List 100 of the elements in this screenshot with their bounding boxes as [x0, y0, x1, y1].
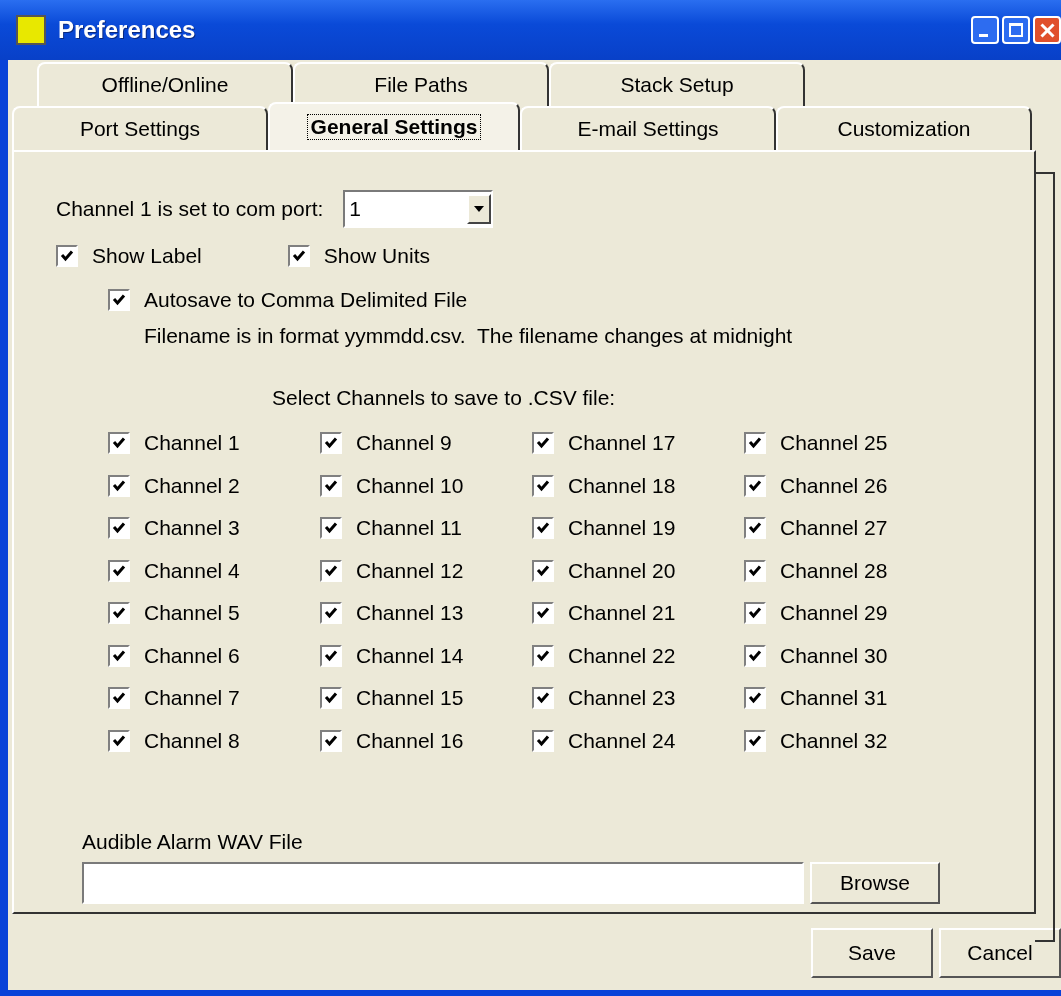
checkbox[interactable] [320, 602, 342, 625]
channel-checkbox[interactable]: Channel 26 [744, 473, 956, 498]
check-icon [112, 521, 126, 536]
checkbox[interactable] [744, 432, 766, 455]
checkbox[interactable] [744, 474, 766, 497]
channel-checkbox[interactable]: Channel 14 [320, 643, 532, 668]
tab[interactable]: Port Settings [12, 106, 268, 150]
check-icon [536, 436, 550, 451]
checkbox[interactable] [532, 687, 554, 710]
checkbox[interactable] [320, 474, 342, 497]
checkbox[interactable] [320, 559, 342, 582]
checkbox[interactable] [532, 474, 554, 497]
option-checkbox[interactable]: Show Label [56, 244, 202, 268]
channel-checkbox[interactable]: Channel 8 [108, 728, 320, 753]
checkbox[interactable] [108, 644, 130, 667]
channel-checkbox[interactable]: Channel 27 [744, 516, 956, 541]
checkbox[interactable] [108, 559, 130, 582]
checkbox[interactable] [532, 729, 554, 752]
channel-checkbox[interactable]: Channel 15 [320, 686, 532, 711]
dialog-button[interactable]: Cancel [939, 928, 1061, 978]
check-icon [112, 648, 126, 663]
channel-checkbox[interactable]: Channel 5 [108, 601, 320, 626]
checkbox[interactable] [320, 432, 342, 455]
channel-checkbox[interactable]: Channel 19 [532, 516, 744, 541]
checkbox[interactable] [108, 602, 130, 625]
channel-checkbox[interactable]: Channel 29 [744, 601, 956, 626]
tab[interactable]: Offline/Online [37, 62, 293, 106]
channel-checkbox[interactable]: Channel 25 [744, 431, 956, 456]
checkbox[interactable] [744, 602, 766, 625]
channel-checkbox[interactable]: Channel 31 [744, 686, 956, 711]
channel-checkbox[interactable]: Channel 28 [744, 558, 956, 583]
channel-checkbox[interactable]: Channel 1 [108, 431, 320, 456]
checkbox[interactable] [744, 559, 766, 582]
channel-checkbox[interactable]: Channel 21 [532, 601, 744, 626]
check-icon [536, 691, 550, 706]
checkbox[interactable] [320, 729, 342, 752]
checkbox[interactable] [108, 432, 130, 455]
checkbox[interactable] [744, 687, 766, 710]
channel-checkbox[interactable]: Channel 24 [532, 728, 744, 753]
close-button[interactable] [1033, 16, 1061, 44]
channel-checkbox[interactable]: Channel 20 [532, 558, 744, 583]
channel-checkbox[interactable]: Channel 22 [532, 643, 744, 668]
checkbox[interactable] [744, 729, 766, 752]
check-icon [748, 733, 762, 748]
checkbox[interactable] [108, 729, 130, 752]
minimize-button[interactable] [971, 16, 999, 44]
channel-checkbox[interactable]: Channel 30 [744, 643, 956, 668]
checkbox[interactable] [108, 687, 130, 710]
channel-checkbox[interactable]: Channel 13 [320, 601, 532, 626]
checkbox[interactable] [108, 289, 130, 311]
channel-checkbox[interactable]: Channel 10 [320, 473, 532, 498]
channel-checkbox[interactable]: Channel 17 [532, 431, 744, 456]
check-icon [748, 563, 762, 578]
dialog-button[interactable]: Save [811, 928, 933, 978]
channel-checkbox[interactable]: Channel 6 [108, 643, 320, 668]
browse-button[interactable]: Browse [810, 862, 940, 904]
checkbox[interactable] [108, 517, 130, 540]
checkbox[interactable] [108, 474, 130, 497]
channel-checkbox[interactable]: Channel 9 [320, 431, 532, 456]
channel-checkbox[interactable]: Channel 12 [320, 558, 532, 583]
option-checkbox[interactable]: Show Units [287, 244, 430, 268]
maximize-button[interactable] [1002, 16, 1030, 44]
channel-checkbox[interactable]: Channel 16 [320, 728, 532, 753]
tab[interactable]: General Settings [268, 102, 520, 150]
checkbox[interactable] [744, 517, 766, 540]
checkbox[interactable] [532, 559, 554, 582]
wav-file-field[interactable] [82, 862, 804, 904]
checkbox[interactable] [320, 687, 342, 710]
check-icon [748, 436, 762, 451]
channel-checkbox[interactable]: Channel 18 [532, 473, 744, 498]
checkbox[interactable] [532, 517, 554, 540]
channel-checkbox[interactable]: Channel 32 [744, 728, 956, 753]
channel-checkbox[interactable]: Channel 7 [108, 686, 320, 711]
check-icon [536, 521, 550, 536]
channel-checkbox[interactable]: Channel 23 [532, 686, 744, 711]
check-icon [112, 691, 126, 706]
tab[interactable]: Customization [776, 106, 1032, 150]
checkbox[interactable] [320, 517, 342, 540]
checkbox[interactable] [532, 432, 554, 455]
checkbox[interactable] [744, 644, 766, 667]
check-icon [112, 478, 126, 493]
com-port-dropdown[interactable]: 1 [343, 190, 494, 228]
checkbox[interactable] [320, 644, 342, 667]
check-icon [112, 436, 126, 451]
check-icon [324, 563, 338, 578]
check-icon [748, 478, 762, 493]
check-icon [112, 293, 126, 307]
channel-checkbox[interactable]: Channel 11 [320, 516, 532, 541]
checkbox[interactable] [56, 245, 78, 267]
tab[interactable]: File Paths [293, 62, 549, 106]
channel-checkbox[interactable]: Channel 4 [108, 558, 320, 583]
checkbox[interactable] [532, 644, 554, 667]
checkbox[interactable] [287, 245, 310, 267]
autosave-checkbox[interactable]: Autosave to Comma Delimited File [108, 288, 468, 312]
filename-note: Filename is in format yymmdd.csv. The filename changes at midnight [144, 324, 794, 348]
tab[interactable]: Stack Setup [549, 62, 805, 106]
channel-checkbox[interactable]: Channel 2 [108, 473, 320, 498]
checkbox[interactable] [532, 602, 554, 625]
tab[interactable]: E-mail Settings [520, 106, 776, 150]
channel-checkbox[interactable]: Channel 3 [108, 516, 320, 541]
